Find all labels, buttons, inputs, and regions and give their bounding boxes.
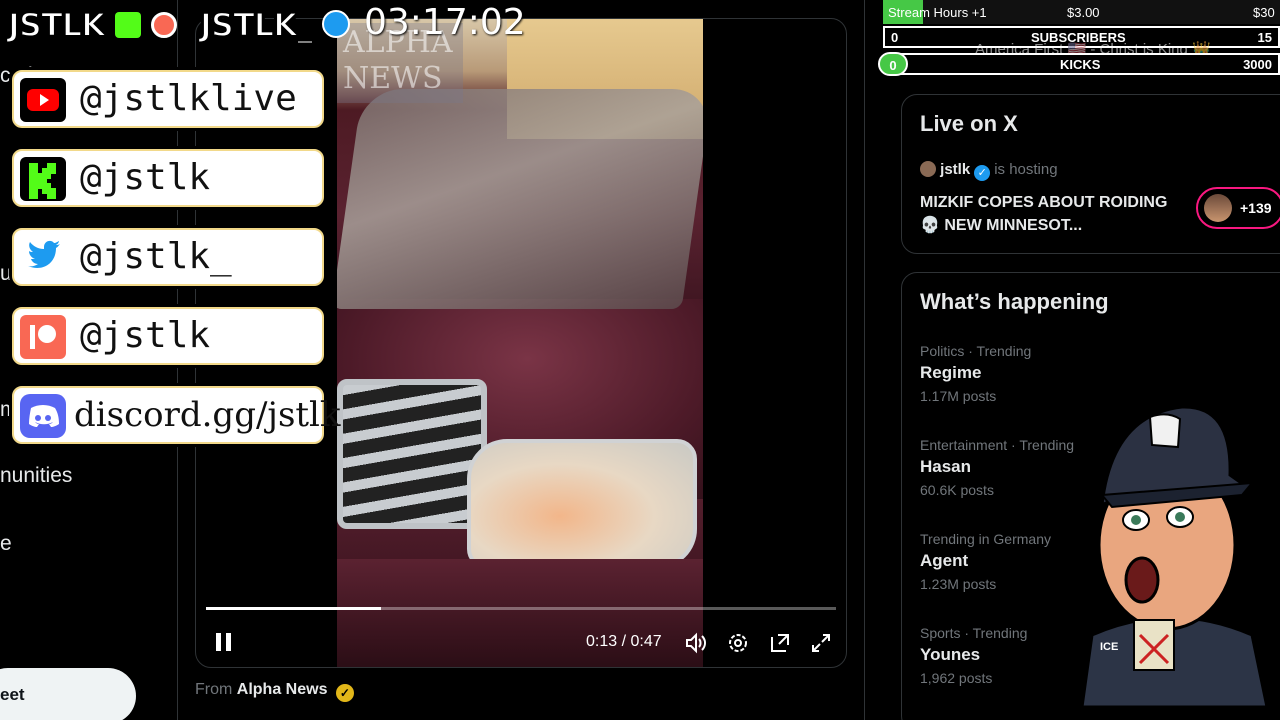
car-grille	[337, 379, 487, 529]
pause-button[interactable]	[214, 631, 234, 653]
host-avatar	[920, 161, 936, 177]
discord-icon	[20, 394, 66, 438]
live-host-row[interactable]: jstlk ✓ is hosting	[920, 161, 1058, 181]
stream-clock: 03:17:02	[364, 2, 526, 43]
social-handle: @jstlklive	[80, 78, 297, 119]
twitter-icon	[20, 236, 66, 280]
twitter-badge-icon	[322, 10, 351, 38]
video-time-display: 0:13 / 0:47	[586, 633, 662, 650]
expand-icon	[812, 634, 830, 652]
verified-gold-icon: ✓	[335, 684, 354, 702]
social-handle: @jstlk	[80, 315, 211, 356]
streamer-mascot-avatar: ICE	[1072, 395, 1272, 709]
social-discord: discord.gg/jstlk	[12, 386, 341, 444]
stream-hours-goal: $30	[1253, 5, 1275, 20]
pause-icon	[216, 633, 231, 651]
kicks-left-badge: 0	[878, 52, 908, 76]
patreon-icon	[20, 315, 66, 359]
car-windshield	[337, 89, 703, 309]
kicks-right: 3000	[1243, 57, 1272, 72]
social-handle: @jstlk	[80, 157, 211, 198]
video-progress-bar[interactable]	[206, 607, 836, 610]
listener-avatar	[1204, 194, 1232, 222]
social-kick: @jstlk	[12, 149, 324, 207]
video-source: From Alpha News ✓	[195, 681, 354, 702]
trend-category: Politics · Trending	[920, 343, 1032, 359]
live-on-x-card: Live on X jstlk ✓ is hosting MIZKIF COPES …	[901, 94, 1280, 254]
post-button[interactable]: eet	[0, 668, 136, 720]
live-on-x-title: Live on X	[920, 111, 1018, 136]
volume-icon	[686, 632, 706, 654]
whats-happening-title: What’s happening	[920, 289, 1109, 314]
kicks-goal-bar: KICKS 3000	[890, 53, 1280, 75]
trend-name: Regime	[920, 363, 982, 382]
settings-button[interactable]	[726, 631, 750, 655]
live-listeners-pill[interactable]: +139	[1196, 187, 1280, 229]
listener-count: +139	[1240, 200, 1272, 216]
subscribers-left: 0	[891, 30, 899, 45]
nav-item-communities[interactable]: nunities	[0, 464, 72, 488]
pip-icon	[771, 634, 789, 652]
kick-icon	[20, 157, 66, 201]
social-handle: discord.gg/jstlk	[74, 395, 341, 435]
youtube-icon	[20, 78, 66, 122]
video-frame[interactable]: ALPHA NEWS	[337, 19, 703, 667]
live-stream-title[interactable]: MIZKIF COPES ABOUT ROIDING 💀 NEW MINNESO…	[920, 191, 1188, 237]
mascot-ice-label: ICE	[1100, 641, 1118, 653]
stream-hours-label: Stream Hours +1	[888, 5, 987, 20]
video-progress-fill	[206, 607, 381, 610]
stream-hours-price: $3.00	[1067, 5, 1100, 20]
kick-logo-icon	[115, 12, 142, 38]
brand-logo-right: JSTLK_	[199, 5, 351, 45]
picture-in-picture-button[interactable]	[768, 631, 792, 655]
host-suffix: is hosting	[994, 161, 1058, 178]
car-headlight	[467, 439, 697, 569]
brand-logo-left: JSTLK	[7, 5, 178, 45]
nav-item-fragment[interactable]: u	[0, 262, 12, 286]
source-prefix: From	[195, 681, 233, 698]
source-name-link[interactable]: Alpha News	[237, 681, 328, 698]
verified-blue-icon: ✓	[974, 165, 991, 181]
nav-item-fragment[interactable]: e	[0, 532, 12, 556]
car-bumper	[337, 559, 703, 667]
brand-text: JSTLK	[7, 5, 107, 45]
brand-text: JSTLK_	[199, 5, 314, 45]
kicks-label: KICKS	[1060, 57, 1101, 72]
stream-hours-goal-bar: Stream Hours +1 $3.00 $30	[883, 0, 1280, 24]
volume-button[interactable]	[684, 631, 708, 655]
subscribers-right: 15	[1257, 30, 1272, 45]
social-twitter: @jstlk_	[12, 228, 324, 286]
social-patreon: @jstlk	[12, 307, 324, 365]
fullscreen-button[interactable]	[809, 631, 833, 655]
host-name: jstlk	[940, 161, 971, 178]
social-handle: @jstlk_	[80, 236, 232, 277]
gear-icon	[729, 634, 747, 652]
social-youtube: @jstlklive	[12, 70, 324, 128]
record-icon	[151, 12, 178, 38]
